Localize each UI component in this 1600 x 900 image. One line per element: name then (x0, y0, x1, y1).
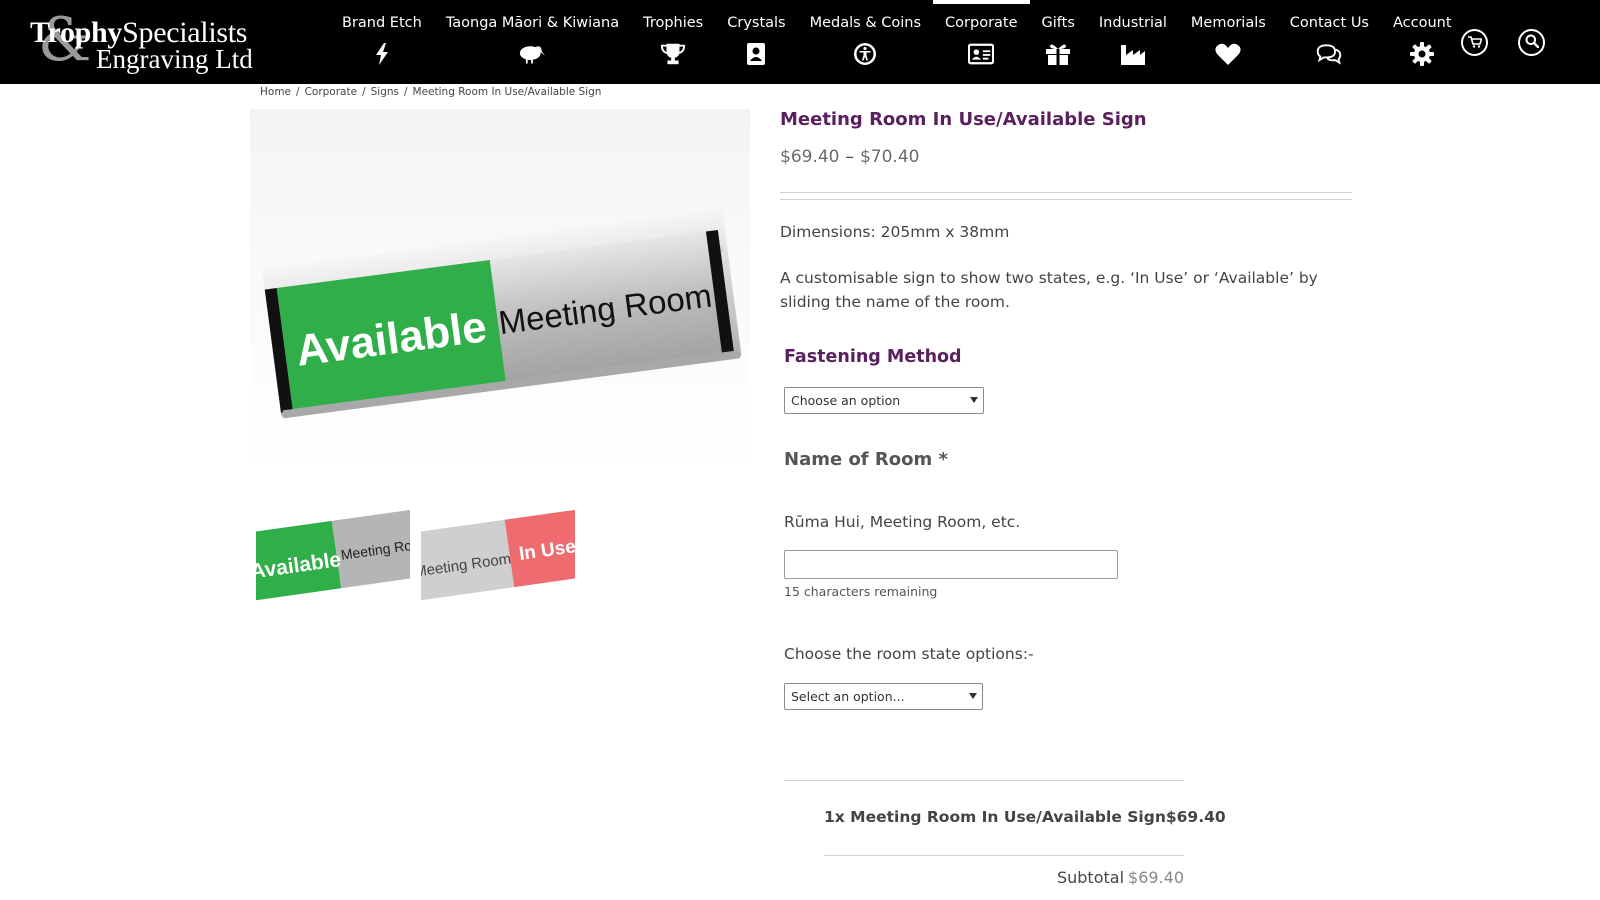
price-separator: – (845, 147, 854, 167)
room-name-heading: Name of Room * (784, 449, 948, 470)
summary-line-item: 1x Meeting Room In Use/Available Sign $6… (824, 808, 1226, 826)
divider (824, 855, 1184, 856)
nav-label: Memorials (1190, 15, 1266, 31)
nav-label: Taonga Māori & Kiwiana (445, 15, 620, 31)
site-header: & TrophySpecialists Engraving Ltd Brand … (0, 0, 1600, 84)
divider (780, 199, 1352, 200)
nav-item-memorials[interactable]: Memorials (1179, 0, 1278, 84)
product-thumbnail-available[interactable]: Available Meeting Roo (256, 491, 410, 609)
industry-icon (1120, 41, 1146, 67)
room-state-select[interactable]: Select an option... (784, 683, 983, 710)
nav-label: Brand Etch (342, 15, 422, 31)
summary-item-label: 1x Meeting Room In Use/Available Sign (824, 808, 1166, 826)
fastening-method-heading: Fastening Method (784, 347, 962, 367)
logo-line-2: Engraving Ltd (96, 44, 253, 74)
subtotal: Subtotal $69.40 (824, 868, 1184, 887)
breadcrumb-current: Meeting Room In Use/Available Sign (412, 86, 602, 98)
divider (780, 192, 1352, 193)
subtotal-value: $69.40 (1128, 868, 1184, 887)
breadcrumb-signs[interactable]: Signs (371, 86, 399, 98)
nav-label: Contact Us (1289, 15, 1369, 31)
nav-label: Trophies (643, 15, 704, 31)
product-description: A customisable sign to show two states, … (780, 269, 1318, 311)
nav-label: Gifts (1041, 15, 1075, 31)
cart-button[interactable] (1461, 29, 1488, 56)
accessibility-icon (852, 41, 878, 67)
nav-item-taonga[interactable]: Taonga Māori & Kiwiana (434, 0, 631, 84)
bolt-icon (369, 41, 395, 67)
nav-item-corporate[interactable]: Corporate (933, 0, 1030, 84)
chevron-down-icon (969, 693, 977, 699)
nav-label: Corporate (945, 15, 1018, 31)
nav-label: Crystals (727, 15, 786, 31)
nav-item-account[interactable]: Account (1381, 0, 1464, 84)
product-title: Meeting Room In Use/Available Sign (780, 109, 1147, 130)
nav-item-industrial[interactable]: Industrial (1087, 0, 1179, 84)
fastening-method-select[interactable]: Choose an option (784, 387, 984, 414)
price-min: $69.40 (780, 147, 840, 167)
id-card-icon (968, 41, 995, 67)
nav-label: Medals & Coins (809, 15, 922, 31)
site-logo[interactable]: & TrophySpecialists Engraving Ltd (30, 10, 253, 74)
room-name-hint: Rūma Hui, Meeting Room, etc. (784, 513, 1021, 531)
room-name-input[interactable] (784, 550, 1118, 579)
nav-item-contact-us[interactable]: Contact Us (1278, 0, 1381, 84)
search-button[interactable] (1518, 29, 1545, 56)
nav-item-crystals[interactable]: Crystals (715, 0, 797, 84)
product-dimensions: Dimensions: 205mm x 38mm (780, 223, 1010, 241)
fastening-method-selected: Choose an option (791, 393, 901, 408)
product-main-image[interactable]: Available Meeting Room (250, 109, 750, 473)
characters-remaining: 15 characters remaining (784, 584, 938, 599)
nav-item-gifts[interactable]: Gifts (1030, 0, 1087, 84)
nav-label: Industrial (1098, 15, 1167, 31)
breadcrumb-home[interactable]: Home (260, 86, 291, 98)
breadcrumb-corporate[interactable]: Corporate (305, 86, 358, 98)
gear-icon (1409, 41, 1435, 67)
product-price: $69.40– $70.40 (780, 147, 919, 167)
room-state-selected: Select an option... (791, 689, 905, 704)
nav-item-brand-etch[interactable]: Brand Etch (330, 0, 434, 84)
subtotal-label: Subtotal (1056, 868, 1125, 887)
cart-icon (1467, 33, 1483, 52)
comments-icon (1316, 41, 1342, 67)
breadcrumb: Home / Corporate / Signs / Meeting Room In Use… (260, 86, 602, 98)
search-icon (1525, 33, 1539, 52)
main-nav: Brand Etch Taonga Māori & Kiwiana Trophi… (330, 0, 1464, 84)
product-thumbnail-in-use[interactable]: Meeting Room In Use (421, 491, 575, 609)
nav-item-trophies[interactable]: Trophies (631, 0, 715, 84)
trophy-icon (660, 41, 686, 67)
kiwi-icon (519, 41, 546, 67)
sign-illustration: Available Meeting Room (262, 209, 742, 419)
chevron-down-icon (970, 397, 978, 403)
room-state-heading: Choose the room state options:- (784, 645, 1034, 663)
address-book-icon (743, 41, 769, 67)
divider (784, 780, 1184, 781)
price-max: $70.40 (859, 147, 920, 167)
heart-icon (1215, 41, 1241, 67)
gift-icon (1045, 41, 1071, 67)
nav-label: Account (1393, 15, 1452, 31)
summary-item-price: $69.40 (1165, 808, 1226, 826)
nav-item-medals-coins[interactable]: Medals & Coins (798, 0, 933, 84)
